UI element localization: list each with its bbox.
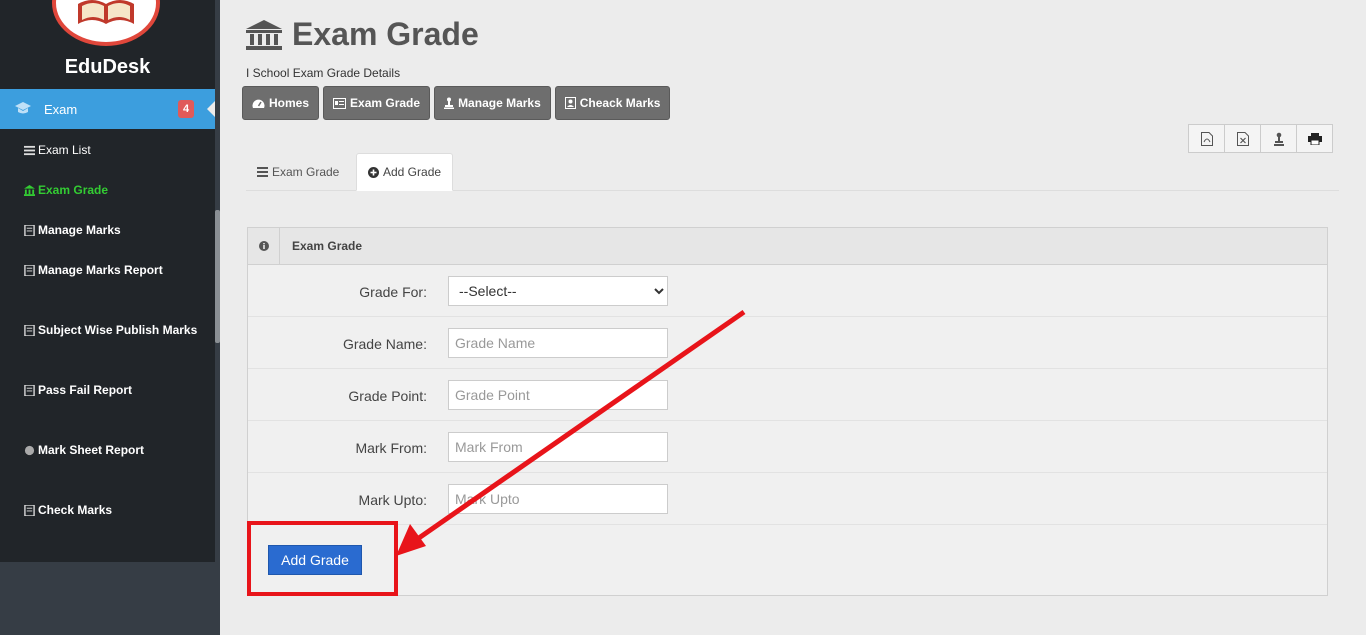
print-button[interactable] xyxy=(1296,124,1333,153)
cheack-marks-button[interactable]: Cheack Marks xyxy=(554,86,671,120)
plus-circle-icon xyxy=(368,166,379,178)
dashboard-icon xyxy=(252,99,265,108)
panel-header: Exam Grade xyxy=(248,228,1327,265)
sidebar-item-check-marks[interactable]: Check Marks xyxy=(24,503,112,517)
list-icon xyxy=(24,145,35,155)
grade-point-input[interactable] xyxy=(448,380,668,410)
id-card-icon xyxy=(333,97,347,109)
sidebar-item-label: Exam Grade xyxy=(38,183,109,197)
tab-add-grade[interactable]: Add Grade xyxy=(356,153,454,191)
edudesk-logo xyxy=(52,0,160,46)
excel-icon xyxy=(1236,131,1249,146)
page-title: Exam Grade xyxy=(292,16,479,52)
grade-name-label: Grade Name: xyxy=(342,336,427,352)
sidebar-item-mark-sheet-report[interactable]: Mark Sheet Report xyxy=(24,443,144,457)
sidebar-item-exam-list[interactable]: Exam List xyxy=(24,143,91,157)
mark-from-label: Mark From: xyxy=(355,440,427,456)
sidebar-item-label: Manage Marks Report xyxy=(38,263,163,277)
main-content: Exam Grade I School Exam Grade Details H… xyxy=(220,0,1366,635)
sidebar-item-exam-grade[interactable]: Exam Grade xyxy=(24,183,108,197)
count-badge: 4 xyxy=(178,100,194,118)
pdf-icon xyxy=(1200,131,1213,146)
tab-bar: Exam Grade Add Grade xyxy=(246,153,1339,191)
grade-point-label: Grade Point: xyxy=(348,388,427,404)
institution-icon xyxy=(246,19,282,50)
tab-label: Exam Grade xyxy=(272,165,340,179)
tab-label: Add Grade xyxy=(383,165,442,179)
manage-marks-button[interactable]: Manage Marks xyxy=(434,86,551,120)
list-icon xyxy=(257,167,268,177)
mark-upto-input[interactable] xyxy=(448,484,668,514)
exam-grade-panel: Exam Grade Grade For: --Select-- Grade N… xyxy=(247,227,1328,596)
grade-name-input[interactable] xyxy=(448,328,668,358)
brand-name: EduDesk xyxy=(64,56,151,78)
grade-for-row: Grade For: --Select-- xyxy=(248,265,1327,317)
sidebar-item-label: Check Marks xyxy=(38,503,113,517)
sidebar-item-subject-wise-publish-marks[interactable]: Subject Wise Publish Marks xyxy=(24,323,197,337)
stamp-icon xyxy=(1273,132,1284,146)
document-icon xyxy=(24,264,35,276)
document-icon xyxy=(24,224,35,236)
cheack-marks-label: Cheack Marks xyxy=(579,96,661,110)
manage-marks-label: Manage Marks xyxy=(458,96,541,110)
page-subtitle: I School Exam Grade Details xyxy=(246,66,401,80)
sidebar-item-manage-marks[interactable]: Manage Marks xyxy=(24,223,121,237)
active-indicator xyxy=(207,101,215,117)
exam-grade-label: Exam Grade xyxy=(350,96,421,110)
sidebar-item-label: Subject Wise Publish Marks xyxy=(38,323,198,337)
sidebar-item-exam[interactable]: Exam 4 xyxy=(0,89,215,129)
export-excel-button[interactable] xyxy=(1224,124,1261,153)
grade-for-select[interactable]: --Select-- xyxy=(448,276,668,306)
homes-button[interactable]: Homes xyxy=(242,86,320,120)
mark-from-input[interactable] xyxy=(448,432,668,462)
sidebar-item-label: Pass Fail Report xyxy=(38,383,133,397)
panel-title: Exam Grade xyxy=(292,239,363,253)
sidebar-item-label: Exam xyxy=(44,102,78,117)
export-toolbar xyxy=(1188,124,1333,153)
exam-grade-button[interactable]: Exam Grade xyxy=(323,86,431,120)
stamp-button[interactable] xyxy=(1260,124,1297,153)
mark-upto-row: Mark Upto: xyxy=(248,473,1327,525)
homes-label: Homes xyxy=(269,96,310,110)
page-header: Exam Grade xyxy=(246,16,479,53)
sidebar: EduDesk Exam 4 Exam List Exam Grade Mana… xyxy=(0,0,220,635)
sidebar-item-label: Mark Sheet Report xyxy=(38,443,145,457)
contact-card-icon xyxy=(564,97,576,109)
institution-icon xyxy=(24,184,35,196)
grade-name-row: Grade Name: xyxy=(248,317,1327,369)
stamp-icon xyxy=(444,97,455,109)
sidebar-item-pass-fail-report[interactable]: Pass Fail Report xyxy=(24,383,132,397)
sidebar-item-label: Manage Marks xyxy=(38,223,121,237)
info-icon xyxy=(248,228,280,264)
annotation-highlight-box xyxy=(247,521,398,596)
mark-upto-label: Mark Upto: xyxy=(358,492,427,508)
circle-icon xyxy=(24,445,35,455)
tab-exam-grade[interactable]: Exam Grade xyxy=(246,153,350,191)
grade-for-label: Grade For: xyxy=(359,284,427,300)
document-icon xyxy=(24,324,35,336)
sidebar-item-manage-marks-report[interactable]: Manage Marks Report xyxy=(24,263,163,277)
quick-nav: Homes Exam Grade Manage Marks Cheack Mar… xyxy=(242,86,671,120)
graduation-cap-icon xyxy=(15,102,31,114)
grade-point-row: Grade Point: xyxy=(248,369,1327,421)
document-icon xyxy=(24,384,35,396)
print-icon xyxy=(1307,132,1322,145)
export-pdf-button[interactable] xyxy=(1188,124,1225,153)
document-icon xyxy=(24,504,35,516)
mark-from-row: Mark From: xyxy=(248,421,1327,473)
sidebar-item-label: Exam List xyxy=(38,143,91,157)
sidebar-menu: EduDesk Exam 4 Exam List Exam Grade Mana… xyxy=(0,0,215,562)
